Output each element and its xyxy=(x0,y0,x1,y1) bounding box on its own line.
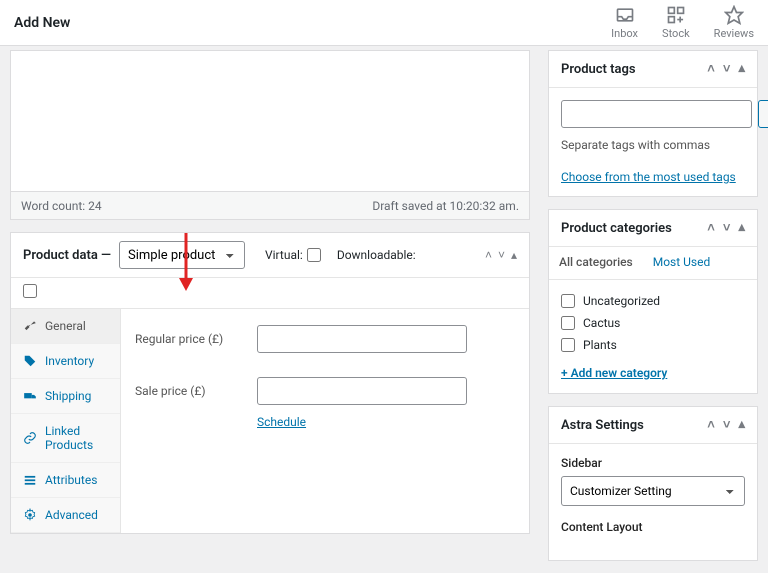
tag-icon xyxy=(23,354,37,368)
regular-price-input[interactable] xyxy=(257,325,467,353)
collapse-icon[interactable]: ▴ xyxy=(738,61,745,77)
category-list: Uncategorized Cactus Plants xyxy=(549,280,757,366)
product-data-body: General Inventory Shipping Linked Produc… xyxy=(11,309,529,533)
star-icon xyxy=(724,5,744,25)
regular-price-row: Regular price (£) xyxy=(135,325,515,353)
reviews-button[interactable]: Reviews xyxy=(714,5,754,40)
virtual-option[interactable]: Virtual: xyxy=(265,248,321,262)
sale-price-row: Sale price (£) xyxy=(135,377,515,405)
categories-title: Product categories xyxy=(561,221,672,236)
truck-icon xyxy=(23,389,37,403)
draft-saved: Draft saved at 10:20:32 am. xyxy=(372,199,519,213)
product-data-title: Product data — xyxy=(23,248,111,263)
stock-icon xyxy=(666,5,686,25)
move-up-icon[interactable]: ˄ xyxy=(707,220,715,236)
tab-inventory[interactable]: Inventory xyxy=(11,344,120,379)
category-item: Cactus xyxy=(561,312,745,334)
inbox-icon xyxy=(615,5,635,25)
product-categories-panel: Product categories ˄ ˅ ▴ All categories … xyxy=(548,209,758,394)
move-up-icon[interactable]: ˄ xyxy=(707,61,715,77)
category-checkbox[interactable] xyxy=(561,338,575,352)
virtual-checkbox[interactable] xyxy=(307,248,321,262)
link-icon xyxy=(23,431,37,445)
word-count: Word count: 24 xyxy=(21,199,102,213)
page-title: Add New xyxy=(14,15,70,31)
tab-linked-products[interactable]: Linked Products xyxy=(11,414,120,463)
product-data-tabs: General Inventory Shipping Linked Produc… xyxy=(11,309,121,533)
product-type-options: Virtual: Downloadable: xyxy=(265,248,416,262)
tags-hint: Separate tags with commas xyxy=(561,138,745,152)
add-tag-button[interactable]: Add xyxy=(758,100,768,128)
collapse-icon[interactable]: ▴ xyxy=(738,417,745,433)
editor-footer: Word count: 24 Draft saved at 10:20:32 a… xyxy=(11,191,529,219)
tags-title: Product tags xyxy=(561,62,636,77)
product-tags-panel: Product tags ˄ ˅ ▴ Add Separate tags wit… xyxy=(548,50,758,197)
tab-attributes[interactable]: Attributes xyxy=(11,463,120,498)
move-down-icon[interactable]: ˅ xyxy=(723,220,731,236)
inbox-button[interactable]: Inbox xyxy=(611,5,638,40)
panel-toggle-group: ˄ ˅ ▴ xyxy=(485,248,517,262)
product-data-subrow xyxy=(11,278,529,309)
general-fields: Regular price (£) Sale price (£) Schedul… xyxy=(121,309,529,533)
list-icon xyxy=(23,473,37,487)
astra-title: Astra Settings xyxy=(561,418,644,433)
collapse-icon[interactable]: ▴ xyxy=(511,248,517,262)
content-editor[interactable]: Word count: 24 Draft saved at 10:20:32 a… xyxy=(10,50,530,220)
category-item: Uncategorized xyxy=(561,290,745,312)
category-checkbox[interactable] xyxy=(561,294,575,308)
astra-sidebar-select[interactable]: Customizer Setting xyxy=(561,476,745,506)
move-down-icon[interactable]: ˅ xyxy=(723,417,731,433)
tab-most-used[interactable]: Most Used xyxy=(643,247,721,279)
product-data-header: Product data — Simple product Virtual: D… xyxy=(11,233,529,278)
product-type-select[interactable]: Simple product xyxy=(119,241,245,269)
astra-content-layout-label: Content Layout xyxy=(561,520,745,534)
tab-advanced[interactable]: Advanced xyxy=(11,498,120,533)
choose-most-used-link[interactable]: Choose from the most used tags xyxy=(561,170,736,184)
move-up-icon[interactable]: ˄ xyxy=(485,248,492,262)
add-new-category-link[interactable]: + Add new category xyxy=(561,366,667,380)
sale-price-label: Sale price (£) xyxy=(135,384,245,398)
downloadable-option[interactable]: Downloadable: xyxy=(337,248,416,262)
tab-shipping[interactable]: Shipping xyxy=(11,379,120,414)
tab-general[interactable]: General xyxy=(11,309,120,344)
schedule-link[interactable]: Schedule xyxy=(257,415,306,429)
astra-settings-panel: Astra Settings ˄ ˅ ▴ Sidebar Customizer … xyxy=(548,406,758,561)
wrench-icon xyxy=(23,319,37,333)
move-up-icon[interactable]: ˄ xyxy=(707,417,715,433)
sale-price-input[interactable] xyxy=(257,377,467,405)
move-down-icon[interactable]: ˅ xyxy=(723,61,731,77)
collapse-icon[interactable]: ▴ xyxy=(738,220,745,236)
downloadable-checkbox[interactable] xyxy=(23,284,37,298)
topbar-actions: Inbox Stock Reviews xyxy=(611,5,754,40)
category-item: Plants xyxy=(561,334,745,356)
stock-button[interactable]: Stock xyxy=(662,5,690,40)
tags-input[interactable] xyxy=(561,100,752,128)
astra-sidebar-label: Sidebar xyxy=(561,456,745,470)
gear-icon xyxy=(23,508,37,522)
top-bar: Add New Inbox Stock Reviews xyxy=(0,0,768,46)
regular-price-label: Regular price (£) xyxy=(135,332,245,346)
move-down-icon[interactable]: ˅ xyxy=(498,248,505,262)
category-checkbox[interactable] xyxy=(561,316,575,330)
tab-all-categories[interactable]: All categories xyxy=(549,247,643,279)
product-data-panel: Product data — Simple product Virtual: D… xyxy=(10,232,530,534)
